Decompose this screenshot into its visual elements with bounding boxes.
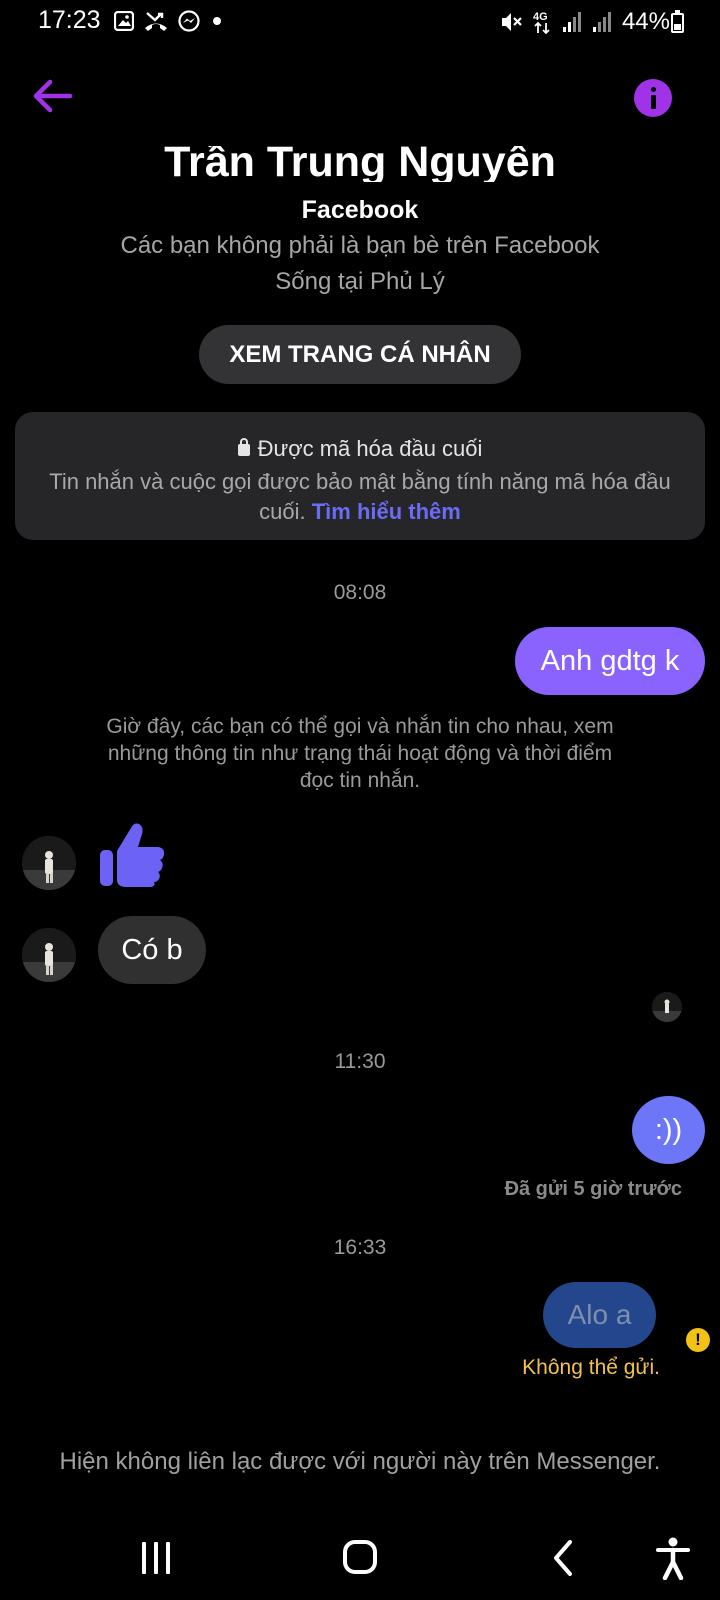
system-nav-bar — [0, 1520, 720, 1600]
home-icon[interactable] — [343, 1540, 377, 1574]
status-right: 4G 44% — [500, 8, 670, 36]
failed-message[interactable]: Alo a — [543, 1282, 656, 1348]
contact-name: Trần Trung Nguyên — [164, 146, 556, 182]
battery-icon — [671, 10, 684, 33]
thumbs-up-icon[interactable] — [98, 820, 166, 888]
view-profile-button[interactable]: XEM TRANG CÁ NHÂN — [199, 325, 521, 384]
system-note: Giờ đây, các bạn có thể gọi và nhắn tin … — [106, 715, 614, 792]
encryption-description-row: Tin nhắn và cuộc gọi được bảo mật bằng t… — [45, 467, 675, 527]
back-icon[interactable] — [548, 1538, 578, 1578]
sent-status: Đã gửi 5 giờ trước — [504, 1178, 682, 1200]
missed-call-icon — [145, 12, 167, 31]
encryption-card: Được mã hóa đầu cuối Tin nhắn và cuộc gọ… — [15, 412, 705, 540]
signal-icon — [592, 12, 611, 32]
location: Sống tại Phủ Lý — [275, 268, 445, 295]
recents-icon[interactable] — [142, 1542, 174, 1574]
platform-label: Facebook — [301, 196, 419, 224]
status-time: 17:23 — [38, 6, 101, 34]
avatar[interactable] — [22, 928, 76, 982]
encryption-title-row: Được mã hóa đầu cuối — [15, 436, 705, 462]
outgoing-message[interactable]: :)) — [632, 1096, 705, 1164]
friend-status: Các bạn không phải là bạn bè trên Facebo… — [120, 232, 600, 259]
failed-status: Không thể gửi. — [522, 1356, 660, 1379]
notification-icons — [114, 10, 224, 32]
svg-text:4G: 4G — [533, 11, 548, 23]
contact-name-container: Trần Trung Nguyên — [0, 146, 720, 182]
time-separator: 11:30 — [334, 1050, 386, 1073]
info-icon[interactable] — [634, 79, 672, 117]
battery-percent: 44% — [621, 8, 670, 35]
read-receipt-avatar — [652, 992, 682, 1022]
outgoing-message[interactable]: Anh gdtg k — [515, 627, 705, 695]
status-bar: 17:23 4G 44% — [0, 0, 720, 44]
time-separator: 16:33 — [333, 1236, 387, 1259]
mute-icon — [501, 13, 522, 31]
learn-more-link[interactable]: Tìm hiểu thêm — [312, 499, 461, 524]
dot-icon — [213, 17, 221, 25]
image-icon — [114, 11, 134, 31]
unavailable-notice: Hiện không liên lạc được với người này t… — [59, 1448, 661, 1475]
back-button[interactable] — [30, 76, 74, 116]
error-icon[interactable]: ! — [686, 1328, 710, 1352]
back-arrow-icon — [33, 79, 73, 113]
lock-icon — [237, 438, 250, 456]
accessibility-icon[interactable] — [655, 1536, 691, 1580]
messenger-icon — [178, 10, 200, 32]
time-separator: 08:08 — [333, 581, 387, 604]
encryption-title: Được mã hóa đầu cuối — [257, 436, 483, 461]
avatar[interactable] — [22, 836, 76, 890]
4g-icon: 4G — [533, 11, 550, 35]
signal-icon — [562, 12, 581, 32]
incoming-message[interactable]: Có b — [98, 916, 206, 984]
